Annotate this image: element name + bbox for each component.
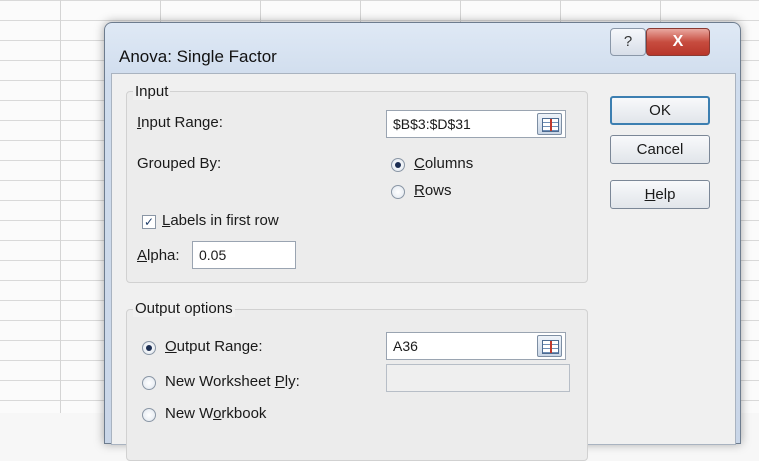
labels-checkbox[interactable]: ✓ <box>142 215 156 229</box>
new-workbook-label[interactable]: New Workbook <box>165 405 266 422</box>
grouped-by-label: Grouped By: <box>137 155 222 172</box>
new-workbook-radio[interactable] <box>142 408 156 422</box>
rows-radio-label[interactable]: Rows <box>414 182 452 199</box>
columns-radio[interactable] <box>391 158 405 172</box>
alpha-label: Alpha: <box>137 247 180 264</box>
help-button[interactable]: Help <box>610 180 710 209</box>
input-range-collapse-icon[interactable] <box>537 113 562 135</box>
help-icon[interactable]: ? <box>610 28 646 56</box>
title-bar: Anova: Single Factor ? X <box>105 23 740 73</box>
output-range-label[interactable]: Output Range: <box>165 338 263 355</box>
columns-radio-label[interactable]: Columns <box>414 155 473 172</box>
output-options-label: Output options <box>133 300 235 317</box>
dialog-title: Anova: Single Factor <box>119 47 277 66</box>
close-icon[interactable]: X <box>646 28 710 56</box>
output-range-radio[interactable] <box>142 341 156 355</box>
new-worksheet-ply-radio[interactable] <box>142 376 156 390</box>
alpha-field[interactable]: 0.05 <box>192 241 296 269</box>
input-group-label: Input <box>133 83 171 100</box>
dialog-body: Input Input Range: $B$3:$D$31 Grouped By… <box>111 73 736 461</box>
rows-radio[interactable] <box>391 185 405 199</box>
new-worksheet-ply-label[interactable]: New Worksheet Ply: <box>165 373 300 390</box>
cancel-button[interactable]: Cancel <box>610 135 710 164</box>
ok-button[interactable]: OK <box>610 96 710 125</box>
new-worksheet-ply-field[interactable] <box>386 364 570 392</box>
input-range-label: Input Range: <box>137 114 223 131</box>
anova-dialog: Anova: Single Factor ? X Input Input Ran… <box>104 22 741 461</box>
output-range-collapse-icon[interactable] <box>537 335 562 357</box>
labels-checkbox-label[interactable]: Labels in first row <box>162 212 279 229</box>
